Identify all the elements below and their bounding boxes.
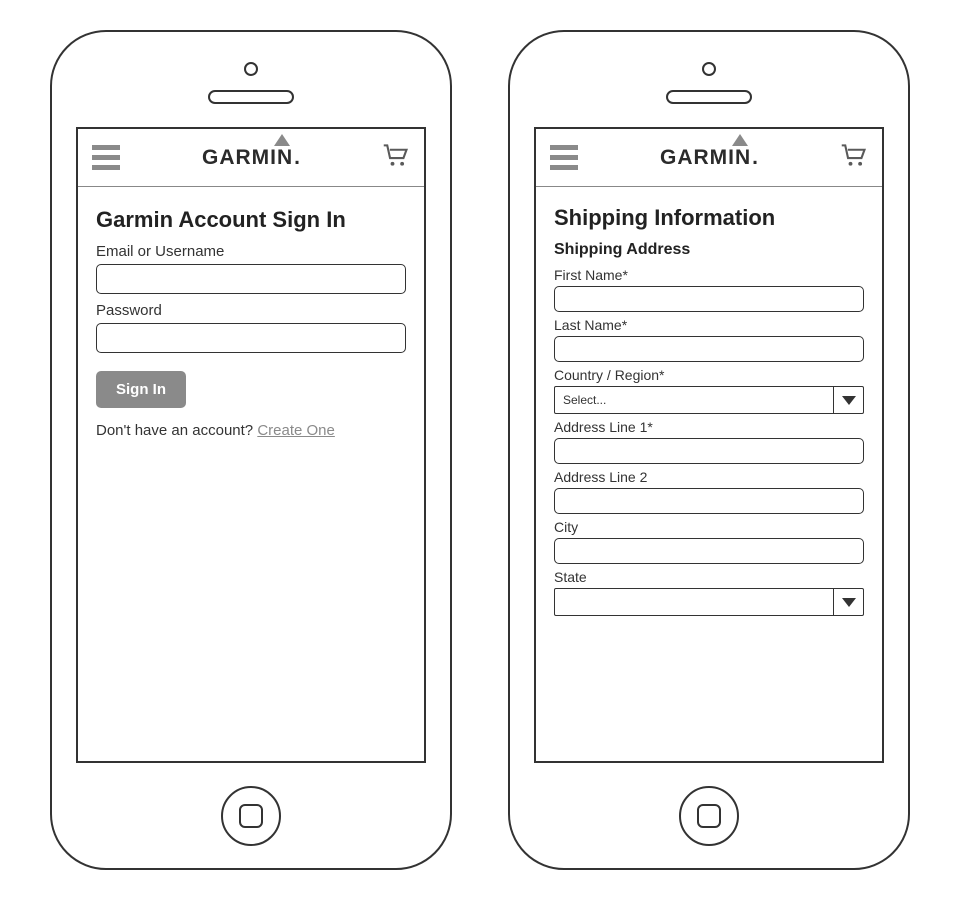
country-select[interactable]: Select... <box>554 386 864 414</box>
chevron-down-icon <box>833 589 863 615</box>
header: GARMIN . <box>536 129 882 187</box>
cart-icon[interactable] <box>382 142 410 173</box>
brand-name: GARMIN <box>660 146 751 170</box>
phone-signin: GARMIN . Garmin Account Sign In Email or… <box>50 30 452 870</box>
first-name-field[interactable] <box>554 286 864 312</box>
email-field[interactable] <box>96 264 406 294</box>
brand-wordmark: GARMIN . <box>660 146 758 170</box>
brand-dot: . <box>752 146 758 170</box>
country-select-value: Select... <box>555 387 833 413</box>
address2-field[interactable] <box>554 488 864 514</box>
address1-label: Address Line 1* <box>554 419 864 435</box>
screen-shipping: GARMIN . Shipping Information Shipping A… <box>534 127 884 763</box>
menu-icon[interactable] <box>92 145 120 170</box>
brand-delta-icon <box>732 134 748 146</box>
state-select[interactable] <box>554 588 864 616</box>
state-select-value <box>555 589 833 615</box>
phone-camera <box>702 62 716 76</box>
phone-speaker <box>208 90 294 104</box>
email-label: Email or Username <box>96 243 406 260</box>
home-button-glyph <box>697 804 721 828</box>
home-button-glyph <box>239 804 263 828</box>
screen-signin: GARMIN . Garmin Account Sign In Email or… <box>76 127 426 763</box>
country-label: Country / Region* <box>554 367 864 383</box>
header: GARMIN . <box>78 129 424 187</box>
address2-label: Address Line 2 <box>554 469 864 485</box>
menu-icon[interactable] <box>550 145 578 170</box>
home-button[interactable] <box>221 786 281 846</box>
signin-form: Garmin Account Sign In Email or Username… <box>78 187 424 459</box>
brand-wordmark: GARMIN . <box>202 146 300 170</box>
last-name-field[interactable] <box>554 336 864 362</box>
page-title: Garmin Account Sign In <box>96 207 406 233</box>
shipping-form: Shipping Information Shipping Address Fi… <box>536 187 882 636</box>
home-button[interactable] <box>679 786 739 846</box>
state-label: State <box>554 569 864 585</box>
phone-speaker <box>666 90 752 104</box>
create-account-prompt: Don't have an account? Create One <box>96 422 406 439</box>
city-field[interactable] <box>554 538 864 564</box>
last-name-label: Last Name* <box>554 317 864 333</box>
prompt-text: Don't have an account? <box>96 422 257 439</box>
brand-dot: . <box>294 146 300 170</box>
first-name-label: First Name* <box>554 267 864 283</box>
password-label: Password <box>96 302 406 319</box>
password-field[interactable] <box>96 323 406 353</box>
cart-icon[interactable] <box>840 142 868 173</box>
create-account-link[interactable]: Create One <box>257 422 335 439</box>
chevron-down-icon <box>833 387 863 413</box>
phone-shipping: GARMIN . Shipping Information Shipping A… <box>508 30 910 870</box>
city-label: City <box>554 519 864 535</box>
phone-camera <box>244 62 258 76</box>
signin-button[interactable]: Sign In <box>96 371 186 408</box>
address1-field[interactable] <box>554 438 864 464</box>
brand-delta-icon <box>274 134 290 146</box>
brand-name: GARMIN <box>202 146 293 170</box>
page-title: Shipping Information <box>554 205 864 231</box>
section-subtitle: Shipping Address <box>554 241 864 259</box>
